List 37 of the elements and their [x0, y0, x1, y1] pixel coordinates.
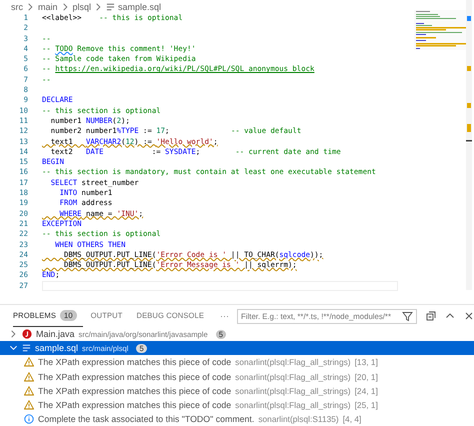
breadcrumb-item[interactable]: src — [11, 2, 23, 12]
info-icon — [24, 414, 34, 424]
problem-location: [20, 1] — [354, 372, 378, 382]
file-name: sample.sql — [35, 343, 78, 354]
problem-location: [25, 1] — [354, 400, 378, 410]
problem-location: [4, 4] — [342, 414, 362, 424]
chevron-right-icon — [9, 329, 18, 340]
file-icon — [22, 343, 31, 354]
breadcrumb-item[interactable]: sample.sql — [118, 2, 162, 12]
warning-icon — [24, 400, 34, 410]
problem-message[interactable]: The XPath expression matches this piece of code — [38, 357, 232, 368]
java-file-icon — [22, 329, 32, 340]
breadcrumb-item[interactable]: plsql — [72, 2, 92, 12]
problem-source: sonarlint(plsql:Flag_all_strings) — [235, 400, 351, 410]
collapse-all-icon[interactable] — [426, 311, 436, 321]
more-button[interactable]: ··· — [220, 311, 230, 321]
breadcrumb-item[interactable]: main — [38, 2, 58, 12]
file-icon — [106, 2, 116, 12]
chevron-right-icon — [60, 2, 70, 12]
close-icon[interactable] — [464, 311, 474, 321]
warning-icon — [24, 357, 34, 368]
problem-source: sonarlint(plsql:Flag_all_strings) — [235, 386, 351, 396]
problem-message[interactable]: Complete the task associated to this "TODO" comment. — [38, 414, 254, 424]
filter-icon[interactable] — [402, 310, 413, 322]
problem-location: [24, 1] — [354, 386, 378, 396]
problem-message[interactable]: The XPath expression matches this piece of code — [38, 386, 232, 396]
warning-icon — [24, 386, 34, 396]
problem-source: sonarlint(plsql:Flag_all_strings) — [235, 357, 351, 368]
problem-message[interactable]: The XPath expression matches this piece of code — [38, 372, 232, 382]
problem-source: sonarlint(plsql:Flag_all_strings) — [235, 372, 351, 382]
problem-location: [13, 1] — [354, 357, 378, 368]
problem-source: sonarlint(plsql:S1135) — [258, 414, 339, 424]
chevron-right-icon — [26, 2, 35, 12]
problem-message[interactable]: The XPath expression matches this piece of code — [38, 400, 232, 410]
file-name: Main.java — [36, 329, 75, 340]
minimap-drawing[interactable] — [414, 10, 466, 50]
warning-icon — [24, 372, 34, 382]
